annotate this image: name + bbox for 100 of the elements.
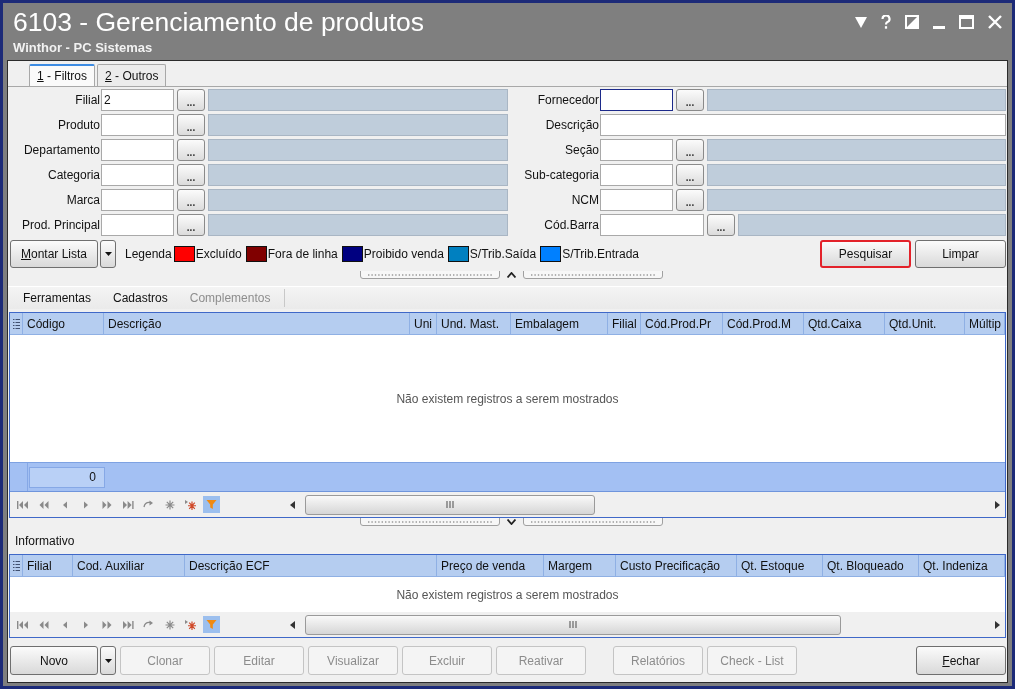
scrollbar-thumb[interactable]	[305, 494, 595, 515]
menu-item[interactable]: Ferramentas	[15, 288, 100, 308]
caret-icon	[104, 658, 112, 663]
dropdown-button[interactable]	[100, 240, 116, 268]
caret-icon	[104, 252, 112, 256]
lookup-button[interactable]: ...	[177, 213, 205, 236]
code-input[interactable]	[101, 113, 174, 136]
close-icon[interactable]	[988, 15, 1002, 29]
scroll-right-icon[interactable]	[995, 620, 1000, 629]
column-header[interactable]: Qt. Estoque	[737, 555, 823, 576]
code-input[interactable]	[101, 138, 174, 161]
refresh-icon[interactable]	[142, 499, 155, 510]
column-header[interactable]: Descrição	[104, 313, 410, 334]
arrow-asterisk-icon[interactable]	[184, 499, 197, 510]
action-button[interactable]: Novo	[10, 646, 98, 675]
legend-label: Excluído	[195, 246, 242, 263]
lookup-button[interactable]: ...	[676, 163, 704, 186]
lookup-button[interactable]: ...	[177, 138, 205, 161]
code-input[interactable]	[600, 213, 704, 236]
column-header[interactable]: Cód.Prod.Pr	[641, 313, 723, 334]
lookup-button[interactable]: ...	[177, 163, 205, 186]
lookup-button[interactable]: ...	[177, 88, 205, 111]
column-header[interactable]: Descrição ECF	[185, 555, 437, 576]
tab[interactable]: 2 - Outros	[97, 64, 167, 86]
code-input[interactable]	[600, 163, 673, 186]
column-header[interactable]: Cód.Prod.M	[723, 313, 804, 334]
field-label: Sub-categoria	[523, 166, 600, 184]
first-record-icon[interactable]	[16, 619, 29, 630]
legend-label: S/Trib.Entrada	[562, 246, 640, 263]
scrollbar-thumb[interactable]	[305, 614, 841, 635]
last-record-icon[interactable]	[121, 499, 134, 510]
column-header[interactable]: Qtd.Caixa	[804, 313, 885, 334]
code-input[interactable]	[101, 213, 174, 236]
scroll-right-icon[interactable]	[995, 500, 1000, 509]
next-page-icon[interactable]	[100, 619, 113, 630]
previous-page-icon[interactable]	[37, 499, 50, 510]
code-input[interactable]	[600, 188, 673, 211]
montar-lista-button[interactable]: Montar Lista	[10, 240, 98, 268]
half-filled-square-icon[interactable]	[905, 15, 919, 29]
column-header[interactable]: Filial	[608, 313, 641, 334]
search-action-button[interactable]: Limpar	[915, 240, 1006, 268]
column-header[interactable]: Cod. Auxiliar	[73, 555, 185, 576]
empty-message: Não existem registros a serem mostrados	[396, 586, 619, 604]
legend-label: Fora de linha	[267, 246, 338, 263]
arrow-asterisk-icon[interactable]	[184, 619, 197, 630]
column-header[interactable]: Embalagem	[511, 313, 608, 334]
splitter-grip[interactable]	[523, 271, 663, 279]
column-header[interactable]: Filial	[23, 555, 73, 576]
column-header[interactable]: Uni	[410, 313, 437, 334]
column-header[interactable]: Qtd.Unit.	[885, 313, 965, 334]
code-input[interactable]	[600, 88, 673, 111]
column-header[interactable]: Código	[23, 313, 104, 334]
text-input[interactable]	[600, 113, 1006, 136]
chevron-down-icon[interactable]	[507, 519, 516, 525]
summary-cell: 0	[29, 466, 105, 488]
next-page-icon[interactable]	[100, 499, 113, 510]
refresh-icon[interactable]	[142, 619, 155, 630]
scroll-left-icon[interactable]	[290, 620, 295, 629]
grip-icon	[569, 621, 577, 628]
column-header[interactable]: Qt. Bloqueado	[823, 555, 919, 576]
search-action-button[interactable]: Pesquisar	[820, 240, 911, 268]
code-input[interactable]: 2	[101, 88, 174, 111]
field-label: Cód.Barra	[543, 216, 600, 234]
grip-icon	[446, 501, 454, 508]
asterisk-icon[interactable]	[163, 499, 176, 510]
column-header[interactable]: Margem	[544, 555, 616, 576]
lookup-button[interactable]: ...	[676, 88, 704, 111]
lookup-button[interactable]: ...	[177, 113, 205, 136]
last-record-icon[interactable]	[121, 619, 134, 630]
asterisk-icon[interactable]	[163, 619, 176, 630]
window-title: 6103 - Gerenciamento de produtos	[13, 7, 424, 37]
scroll-left-icon[interactable]	[290, 500, 295, 509]
section-title: Informativo	[15, 533, 75, 550]
column-header[interactable]: Und. Mast.	[437, 313, 511, 334]
column-header[interactable]: Qt. Indeniza	[919, 555, 1005, 576]
lookup-button[interactable]: ...	[676, 188, 704, 211]
tab[interactable]: 1 - Filtros	[29, 64, 96, 86]
lookup-button[interactable]: ...	[676, 138, 704, 161]
code-input[interactable]	[600, 138, 673, 161]
action-button[interactable]: Fechar	[916, 646, 1006, 675]
menu-item[interactable]: Cadastros	[105, 288, 176, 308]
first-record-icon[interactable]	[16, 499, 29, 510]
column-header[interactable]: Custo Precificação	[616, 555, 737, 576]
code-input[interactable]	[101, 163, 174, 186]
splitter-grip[interactable]	[360, 518, 500, 526]
lookup-button[interactable]: ...	[707, 213, 735, 236]
column-list-icon[interactable]	[12, 318, 20, 329]
splitter-grip[interactable]	[360, 271, 500, 279]
maximize-icon[interactable]	[959, 15, 974, 29]
splitter-grip[interactable]	[523, 518, 663, 526]
chevron-up-icon[interactable]	[507, 272, 516, 278]
column-header[interactable]: Preço de venda	[437, 555, 544, 576]
previous-page-icon[interactable]	[37, 619, 50, 630]
column-list-icon[interactable]	[12, 560, 20, 571]
dropdown-button[interactable]	[100, 646, 116, 675]
code-input[interactable]	[101, 188, 174, 211]
help-icon[interactable]	[881, 15, 891, 29]
column-header[interactable]: Múltip	[965, 313, 1005, 334]
lookup-button[interactable]: ...	[177, 188, 205, 211]
dropdown-triangle-icon[interactable]	[855, 16, 867, 28]
